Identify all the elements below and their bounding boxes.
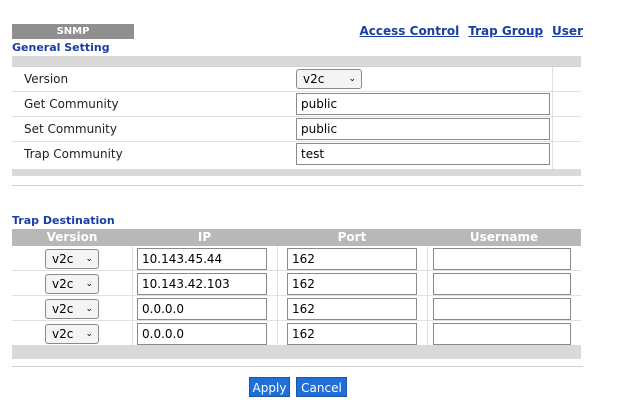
row-ip-input[interactable]: 0.0.0.0 [137, 323, 267, 345]
chevron-down-icon: ⌄ [85, 304, 93, 314]
column-header-version: Version [46, 230, 98, 244]
chevron-down-icon: ⌄ [85, 329, 93, 339]
set-community-input[interactable]: public [296, 118, 550, 140]
trap-community-input[interactable]: test [296, 143, 550, 165]
row-username-input[interactable] [433, 323, 571, 345]
chevron-down-icon: ⌄ [348, 74, 356, 84]
get-community-input[interactable]: public [296, 93, 550, 115]
table-body: v2c ⌄ 10.143.45.44 162 v2c ⌄ 10.143.42.1… [12, 246, 581, 345]
column-divider [132, 246, 133, 345]
row-version-select[interactable]: v2c ⌄ [45, 299, 99, 319]
row-ip-input[interactable]: 0.0.0.0 [137, 298, 267, 320]
column-divider [277, 246, 278, 345]
version-select-value: v2c [303, 72, 325, 86]
trap-community-row: Trap Community test [12, 142, 581, 166]
table-row: v2c ⌄ 0.0.0.0 162 [12, 321, 581, 345]
general-setting-panel: Version v2c ⌄ Get Community public Set C… [12, 56, 581, 176]
trap-destination-table: Version IP Port Username v2c ⌄ 10.143.45… [12, 229, 581, 359]
row-version-select[interactable]: v2c ⌄ [45, 249, 99, 269]
get-community-row: Get Community public [12, 92, 581, 117]
trap-group-link[interactable]: Trap Group [468, 24, 543, 38]
row-port-input[interactable]: 162 [287, 323, 417, 345]
row-port-input[interactable]: 162 [287, 248, 417, 270]
footer-divider [12, 366, 583, 367]
row-username-input[interactable] [433, 273, 571, 295]
row-port-input[interactable]: 162 [287, 298, 417, 320]
column-header-ip: IP [197, 230, 212, 244]
trap-community-label: Trap Community [24, 147, 123, 161]
snmp-tab: SNMP [12, 24, 134, 39]
row-version-value: v2c [52, 302, 74, 316]
general-setting-title: General Setting [12, 41, 110, 54]
chevron-down-icon: ⌄ [85, 279, 93, 289]
column-divider [552, 67, 553, 169]
section-divider [12, 185, 583, 186]
cancel-button[interactable]: Cancel [296, 377, 347, 397]
access-control-link[interactable]: Access Control [360, 24, 460, 38]
top-nav-links: Access Control Trap Group User [351, 24, 583, 38]
chevron-down-icon: ⌄ [85, 254, 93, 264]
set-community-label: Set Community [24, 122, 117, 136]
row-version-value: v2c [52, 252, 74, 266]
version-select[interactable]: v2c ⌄ [296, 69, 362, 89]
row-ip-input[interactable]: 10.143.42.103 [137, 273, 267, 295]
apply-button[interactable]: Apply [249, 377, 290, 397]
row-version-value: v2c [52, 327, 74, 341]
version-row: Version v2c ⌄ [12, 67, 581, 92]
column-divider [427, 246, 428, 345]
row-version-value: v2c [52, 277, 74, 291]
user-link[interactable]: User [552, 24, 583, 38]
trap-destination-title: Trap Destination [12, 214, 115, 227]
row-username-input[interactable] [433, 298, 571, 320]
set-community-row: Set Community public [12, 117, 581, 142]
table-row: v2c ⌄ 10.143.45.44 162 [12, 246, 581, 271]
get-community-label: Get Community [24, 97, 119, 111]
row-ip-input[interactable]: 10.143.45.44 [137, 248, 267, 270]
table-row: v2c ⌄ 10.143.42.103 162 [12, 271, 581, 296]
table-header: Version IP Port Username [12, 229, 581, 246]
row-version-select[interactable]: v2c ⌄ [45, 274, 99, 294]
version-label: Version [24, 72, 69, 86]
table-row: v2c ⌄ 0.0.0.0 162 [12, 296, 581, 321]
column-header-port: Port [337, 230, 367, 244]
row-version-select[interactable]: v2c ⌄ [45, 324, 99, 344]
column-header-username: Username [469, 230, 539, 244]
row-username-input[interactable] [433, 248, 571, 270]
row-port-input[interactable]: 162 [287, 273, 417, 295]
